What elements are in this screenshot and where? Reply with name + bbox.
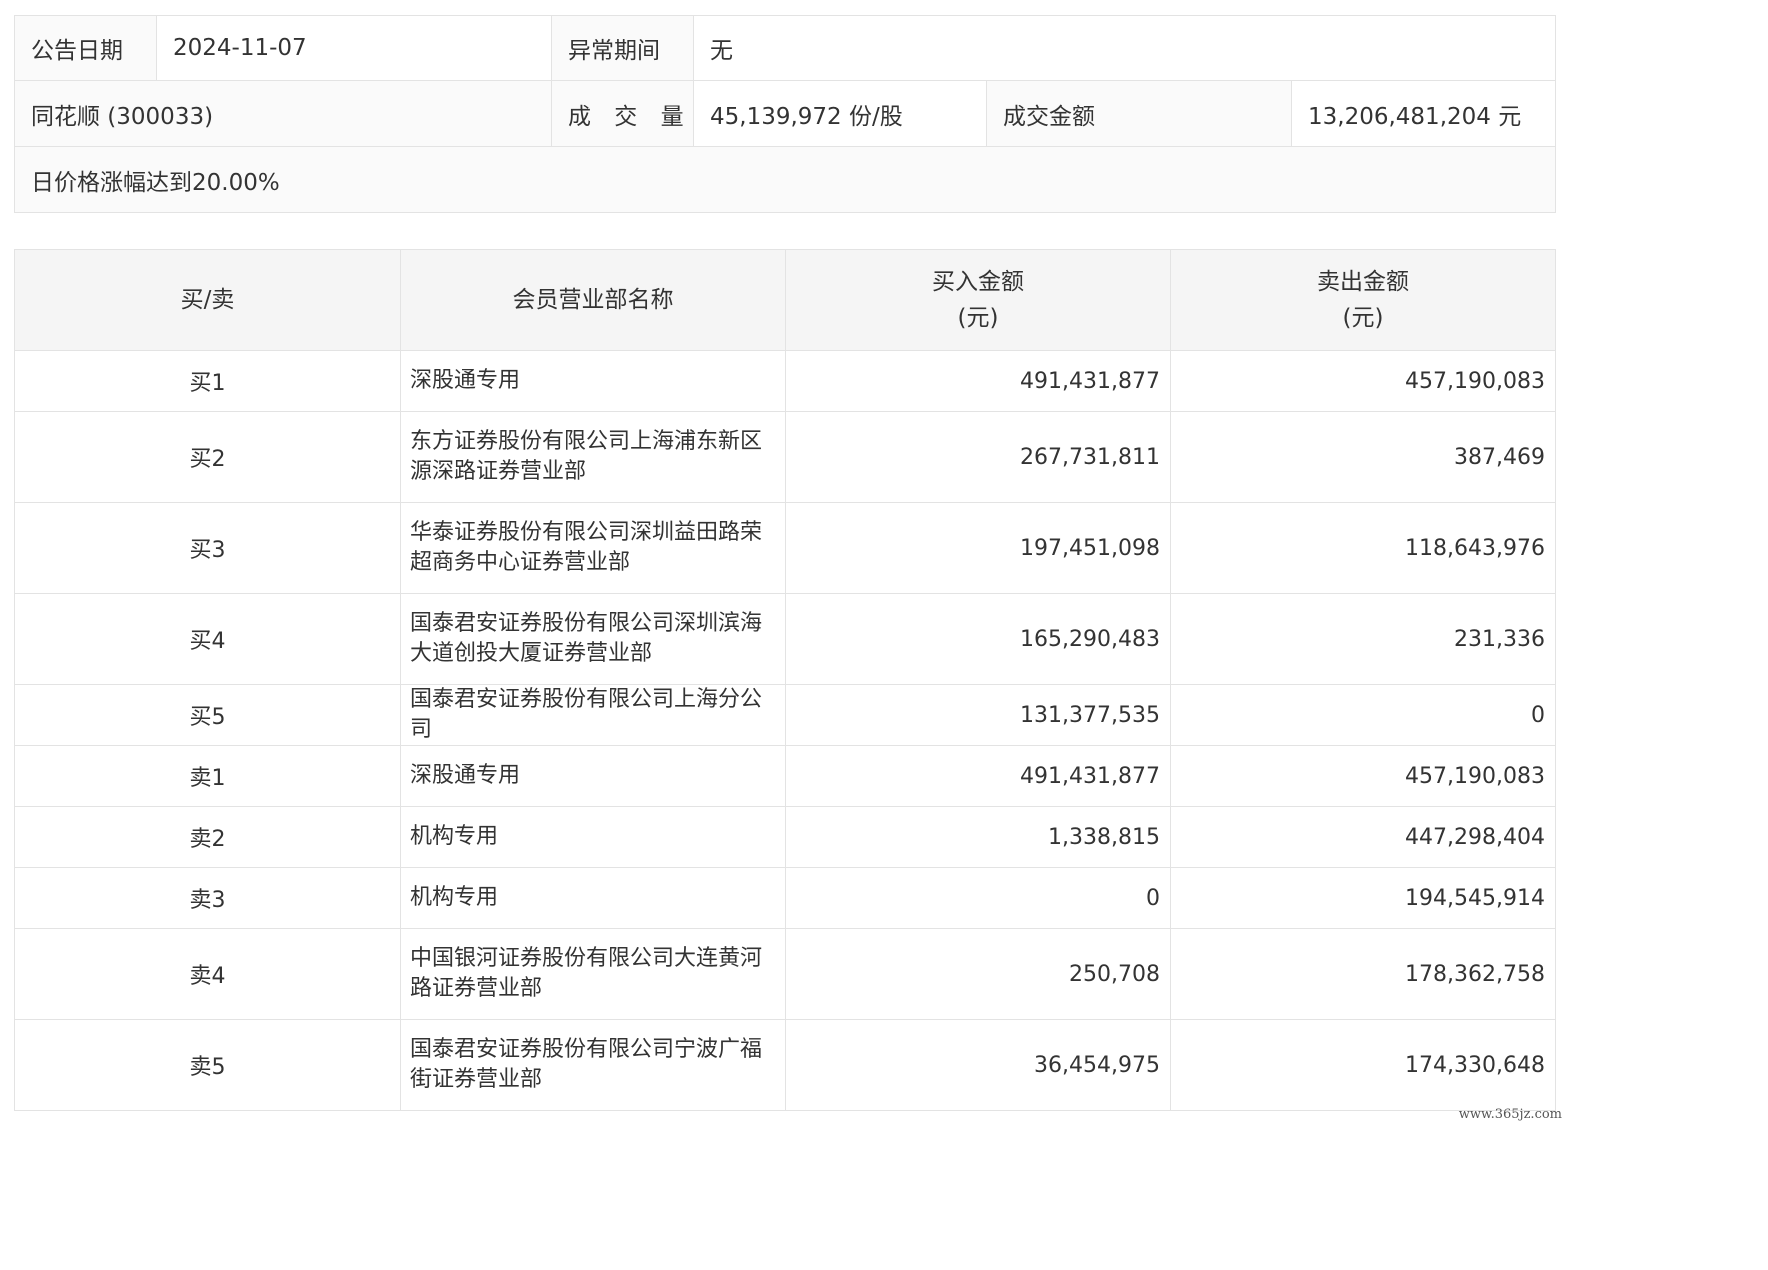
header-sell-amount: 卖出金额 (元) (1170, 249, 1556, 351)
volume-label: 成 交 量 (551, 80, 694, 147)
row-side: 卖3 (14, 867, 401, 929)
row-side: 卖1 (14, 745, 401, 807)
row-member-name: 深股通专用 (400, 350, 786, 412)
row-member-name: 国泰君安证券股份有限公司深圳滨海大道创投大厦证券营业部 (400, 593, 786, 685)
amount-value: 13,206,481,204 元 (1290, 80, 1557, 147)
table-header-row: 买/卖 会员营业部名称 买入金额 (元) 卖出金额 (元) (14, 249, 1556, 351)
row-member-name: 中国银河证券股份有限公司大连黄河路证券营业部 (400, 928, 786, 1020)
stock-name: 同花顺 (300033) (14, 80, 552, 147)
row-member-name: 深股通专用 (400, 745, 786, 807)
row-sell-amount: 231,336 (1170, 593, 1556, 685)
header-buy-line2: (元) (957, 305, 999, 331)
row-buy-amount: 267,731,811 (785, 411, 1171, 503)
row-side: 买2 (14, 411, 401, 503)
row-sell-amount: 118,643,976 (1170, 502, 1556, 594)
abnormal-period-label: 异常期间 (551, 15, 694, 81)
row-sell-amount: 457,190,083 (1170, 745, 1556, 807)
announce-date-value: 2024-11-07 (156, 15, 552, 81)
row-side: 买4 (14, 593, 401, 685)
volume-value: 45,139,972 份/股 (693, 80, 987, 147)
header-side: 买/卖 (14, 249, 401, 351)
table-row: 卖1 深股通专用 491,431,877 457,190,083 (14, 745, 1556, 807)
row-buy-amount: 131,377,535 (785, 684, 1171, 746)
summary-table: 公告日期 2024-11-07 异常期间 无 同花顺 (300033) 成 交 … (13, 15, 1557, 213)
row-buy-amount: 0 (785, 867, 1171, 929)
row-sell-amount: 0 (1170, 684, 1556, 746)
summary-row-reason: 日价格涨幅达到20.00% (13, 146, 1557, 213)
amount-label: 成交金额 (986, 80, 1292, 147)
summary-row-trade: 同花顺 (300033) 成 交 量 45,139,972 份/股 成交金额 1… (14, 80, 1557, 147)
announce-date-label: 公告日期 (14, 15, 157, 81)
row-side: 买1 (14, 350, 401, 412)
table-row: 买5 国泰君安证券股份有限公司上海分公司 131,377,535 0 (14, 684, 1556, 746)
row-side: 卖2 (14, 806, 401, 868)
row-sell-amount: 194,545,914 (1170, 867, 1556, 929)
row-buy-amount: 36,454,975 (785, 1019, 1171, 1111)
row-member-name: 国泰君安证券股份有限公司宁波广福街证券营业部 (400, 1019, 786, 1111)
row-buy-amount: 250,708 (785, 928, 1171, 1020)
header-sell-line1: 卖出金额 (1317, 269, 1409, 295)
row-member-name: 华泰证券股份有限公司深圳益田路荣超商务中心证券营业部 (400, 502, 786, 594)
table-row: 买3 华泰证券股份有限公司深圳益田路荣超商务中心证券营业部 197,451,09… (14, 502, 1556, 594)
table-row: 买2 东方证券股份有限公司上海浦东新区源深路证券营业部 267,731,811 … (14, 411, 1556, 503)
row-side: 卖4 (14, 928, 401, 1020)
row-member-name: 国泰君安证券股份有限公司上海分公司 (400, 684, 786, 746)
row-sell-amount: 178,362,758 (1170, 928, 1556, 1020)
row-side: 买5 (14, 684, 401, 746)
table-row: 卖2 机构专用 1,338,815 447,298,404 (14, 806, 1556, 868)
row-sell-amount: 387,469 (1170, 411, 1556, 503)
row-buy-amount: 1,338,815 (785, 806, 1171, 868)
row-member-name: 机构专用 (400, 867, 786, 929)
row-side: 买3 (14, 502, 401, 594)
row-buy-amount: 491,431,877 (785, 745, 1171, 807)
header-buy-line1: 买入金额 (932, 269, 1024, 295)
reason-text: 日价格涨幅达到20.00% (13, 146, 1557, 213)
table-row: 买1 深股通专用 491,431,877 457,190,083 (14, 350, 1556, 412)
summary-row-date: 公告日期 2024-11-07 异常期间 无 (14, 15, 1557, 81)
header-sell-line2: (元) (1342, 305, 1384, 331)
row-buy-amount: 165,290,483 (785, 593, 1171, 685)
table-row: 买4 国泰君安证券股份有限公司深圳滨海大道创投大厦证券营业部 165,290,4… (14, 593, 1556, 685)
row-sell-amount: 174,330,648 (1170, 1019, 1556, 1111)
header-buy-amount: 买入金额 (元) (785, 249, 1171, 351)
row-buy-amount: 197,451,098 (785, 502, 1171, 594)
row-side: 卖5 (14, 1019, 401, 1111)
table-row: 卖5 国泰君安证券股份有限公司宁波广福街证券营业部 36,454,975 174… (14, 1019, 1556, 1111)
site-watermark: www.365jz.com (1458, 1107, 1562, 1122)
trading-detail-table: 买/卖 会员营业部名称 买入金额 (元) 卖出金额 (元) 买1 深股通专用 4… (14, 249, 1556, 1111)
table-row: 卖3 机构专用 0 194,545,914 (14, 867, 1556, 929)
table-row: 卖4 中国银河证券股份有限公司大连黄河路证券营业部 250,708 178,36… (14, 928, 1556, 1020)
header-member-name: 会员营业部名称 (400, 249, 786, 351)
row-member-name: 东方证券股份有限公司上海浦东新区源深路证券营业部 (400, 411, 786, 503)
row-member-name: 机构专用 (400, 806, 786, 868)
row-sell-amount: 457,190,083 (1170, 350, 1556, 412)
row-sell-amount: 447,298,404 (1170, 806, 1556, 868)
row-buy-amount: 491,431,877 (785, 350, 1171, 412)
abnormal-period-value: 无 (692, 15, 1557, 81)
